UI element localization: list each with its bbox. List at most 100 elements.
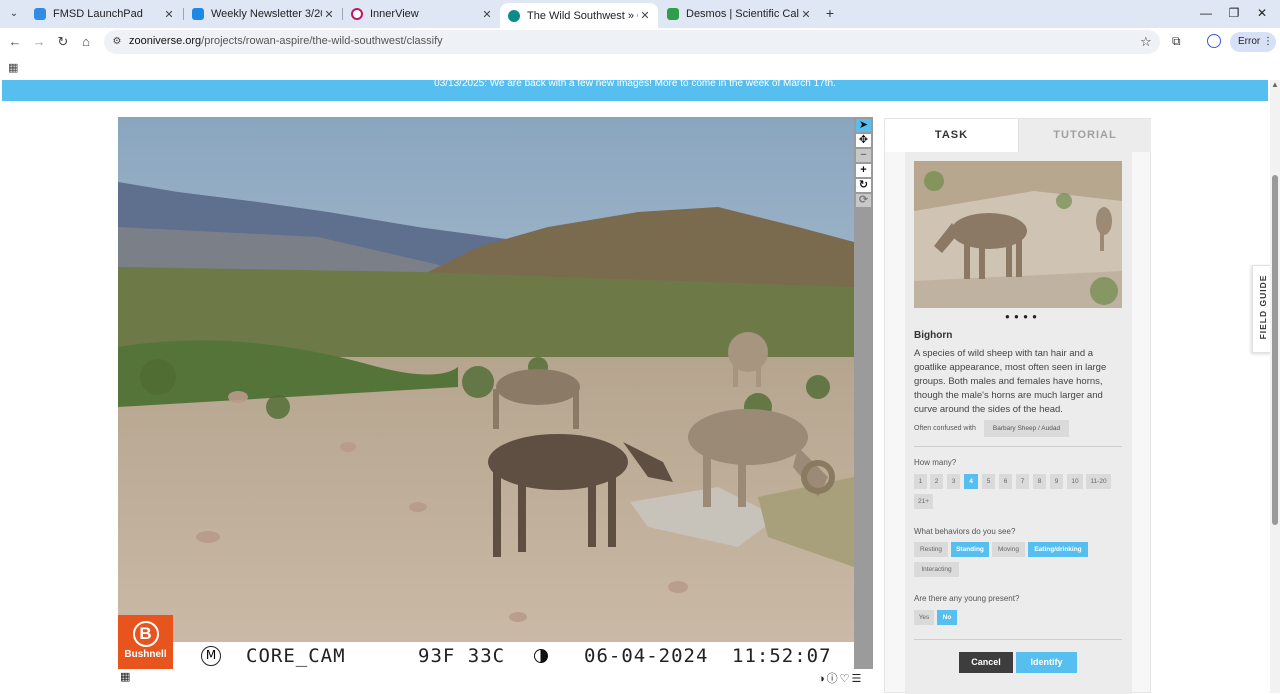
tab-title: Weekly Newsletter 3/20 — [211, 8, 322, 20]
reset-icon[interactable]: ⟳ — [856, 194, 871, 207]
tab-title: Desmos | Scientific Calculator — [686, 8, 799, 20]
close-icon[interactable]: ✕ — [799, 8, 813, 21]
url-text[interactable]: zooniverse.org/projects/rowan-aspire/the… — [129, 35, 443, 47]
count-option[interactable]: 21+ — [914, 494, 933, 509]
camera-mode: M — [201, 646, 221, 666]
error-button[interactable]: Error ⋮ — [1230, 32, 1276, 52]
reload-icon[interactable]: ↻ — [55, 34, 71, 50]
desmos-icon — [667, 8, 679, 20]
count-option[interactable]: 10 — [1067, 474, 1083, 489]
site-info-icon[interactable]: ⚙ — [110, 35, 124, 49]
zoom-out-icon[interactable]: − — [856, 149, 871, 162]
trail-camera-photo[interactable] — [118, 117, 854, 642]
tab-tutorial[interactable]: TUTORIAL — [1018, 119, 1151, 152]
browser-tab-desmos[interactable]: Desmos | Scientific Calculator ✕ — [659, 3, 819, 25]
browser-tab-wild-southwest[interactable]: The Wild Southwest » Classify ✕ — [500, 3, 658, 28]
camera-name: CORE_CAM — [246, 645, 346, 667]
page-scrollbar[interactable]: ▲ — [1270, 80, 1280, 693]
bookmarks-bar: ▦ — [0, 56, 1280, 80]
tab-title: The Wild Southwest » Classify — [527, 9, 638, 22]
behavior-option-interacting[interactable]: Interacting — [914, 562, 959, 577]
browser-tab-fmsd[interactable]: FMSD LaunchPad ✕ — [26, 3, 182, 25]
count-option[interactable]: 7 — [1016, 474, 1029, 489]
move-icon[interactable]: ✥ — [856, 134, 871, 147]
browser-tab-newsletter[interactable]: Weekly Newsletter 3/20 ✕ — [184, 3, 342, 25]
confused-species-button[interactable]: Barbary Sheep / Audad — [984, 420, 1069, 437]
behavior-option-moving[interactable]: Moving — [992, 542, 1025, 557]
cloud-icon — [34, 8, 46, 20]
count-option[interactable]: 3 — [947, 474, 960, 489]
minimize-icon[interactable]: — — [1198, 6, 1214, 20]
tab-task[interactable]: TASK — [885, 119, 1018, 152]
camera-info-strip: B Bushnell M CORE_CAM 93F 33C 06-04-2024… — [118, 615, 854, 669]
new-tab-icon[interactable]: + — [822, 5, 838, 21]
identify-button[interactable]: Identify — [1016, 652, 1077, 673]
arrow-right-icon[interactable]: → — [31, 34, 47, 50]
divider — [914, 639, 1122, 640]
url-domain: zooniverse.org — [129, 35, 202, 47]
species-name: Bighorn — [914, 330, 953, 341]
zoom-in-icon[interactable]: + — [856, 164, 871, 177]
page-content: 03/13/2025: We are back with a few new i… — [0, 80, 1280, 694]
count-option[interactable]: 11-20 — [1086, 474, 1111, 489]
heart-icon[interactable]: ♡ — [840, 673, 852, 685]
carousel-dots[interactable]: ● ● ● ● — [1005, 312, 1038, 321]
species-example-image[interactable] — [914, 161, 1122, 308]
pointer-icon[interactable]: ➤ — [856, 119, 871, 132]
star-icon[interactable]: ☆ — [1140, 34, 1152, 50]
scrollbar-thumb[interactable] — [1272, 175, 1278, 525]
image-tools-strip: ➤ ✥ − + ↻ ⟳ — [854, 117, 873, 669]
restore-icon[interactable]: ❐ — [1226, 6, 1242, 20]
apps-grid-icon[interactable]: ▦ — [8, 61, 18, 74]
close-icon[interactable]: ✕ — [322, 8, 336, 21]
behavior-option-eating-drinking[interactable]: Eating/drinking — [1028, 542, 1088, 557]
url-path: /projects/rowan-aspire/the-wild-southwes… — [201, 35, 443, 47]
count-option[interactable]: 6 — [999, 474, 1012, 489]
close-icon[interactable]: ✕ — [162, 8, 176, 21]
species-card: ● ● ● ● Bighorn A species of wild sheep … — [905, 152, 1132, 694]
field-guide-button[interactable]: FIELD GUIDE — [1252, 265, 1272, 353]
behavior-option-resting[interactable]: Resting — [914, 542, 948, 557]
close-icon[interactable]: ✕ — [638, 9, 652, 22]
info-icon[interactable]: ⓘ — [827, 673, 840, 685]
home-icon[interactable]: ⌂ — [78, 34, 94, 50]
count-option[interactable]: 5 — [982, 474, 995, 489]
young-option-yes[interactable]: Yes — [914, 610, 934, 625]
rotate-icon[interactable]: ↻ — [856, 179, 871, 192]
behavior-option-standing[interactable]: Standing — [951, 542, 989, 557]
scroll-up-icon[interactable]: ▲ — [1271, 80, 1279, 89]
puzzle-icon[interactable]: ⧉ — [1172, 34, 1181, 49]
collection-icon[interactable]: ☰ — [852, 673, 864, 685]
species-description: A species of wild sheep with tan hair an… — [914, 348, 1107, 415]
question-behaviors: What behaviors do you see? — [914, 527, 1016, 536]
confused-with-label: Often confused with — [914, 425, 976, 432]
announcement-banner: 03/13/2025: We are back with a few new i… — [2, 80, 1268, 101]
divider — [914, 446, 1122, 447]
young-option-no[interactable]: No — [937, 610, 957, 625]
close-window-icon[interactable]: ✕ — [1254, 6, 1270, 20]
count-option[interactable]: 2 — [930, 474, 943, 489]
close-icon[interactable]: ✕ — [480, 8, 494, 21]
bighorn-sheep-scene — [118, 117, 854, 642]
error-label: Error — [1238, 36, 1261, 47]
count-option[interactable]: 1 — [914, 474, 927, 489]
viewer-actions: ◑ⓘ♡☰ — [818, 670, 863, 686]
camera-time: 11:52:07 — [732, 645, 832, 667]
browser-toolbar: ← → ↻ ⌂ ⚙ zooniverse.org/projects/rowan-… — [0, 28, 1280, 56]
address-bar[interactable]: ⚙ zooniverse.org/projects/rowan-aspire/t… — [104, 30, 1160, 54]
subject-viewer[interactable]: B Bushnell M CORE_CAM 93F 33C 06-04-2024… — [118, 117, 873, 669]
zooniverse-icon — [508, 9, 520, 22]
browser-tab-innerview[interactable]: InnerView ✕ — [343, 3, 500, 25]
invert-icon[interactable]: ◑ — [818, 673, 827, 685]
chevron-down-icon[interactable]: ⌄ — [6, 6, 22, 22]
arrow-left-icon[interactable]: ← — [7, 34, 23, 50]
camera-date: 06-04-2024 — [584, 645, 709, 667]
count-option[interactable]: 8 — [1033, 474, 1046, 489]
profile-icon[interactable] — [1207, 34, 1221, 48]
grid-view-icon[interactable]: ▦ — [120, 670, 130, 683]
count-option[interactable]: 9 — [1050, 474, 1063, 489]
camera-brand: Bushnell — [124, 649, 167, 660]
cancel-button[interactable]: Cancel — [959, 652, 1013, 673]
question-how-many: How many? — [914, 458, 957, 467]
count-option-selected[interactable]: 4 — [964, 474, 978, 489]
